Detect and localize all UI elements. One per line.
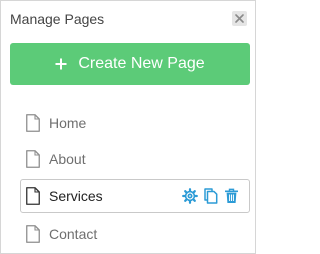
page-item-contact[interactable]: Contact: [20, 217, 250, 251]
row-actions: [182, 188, 239, 204]
page-item-label: Home: [49, 115, 87, 131]
create-new-page-label: Create New Page: [78, 55, 205, 72]
panel-title: Manage Pages: [10, 11, 105, 27]
document-icon: [26, 150, 40, 168]
page-item-label: About: [49, 151, 86, 167]
manage-pages-panel: Manage Pages Create New Page Home About …: [0, 0, 256, 254]
document-icon: [26, 225, 40, 243]
close-button[interactable]: [232, 11, 247, 26]
page-item-services[interactable]: Services: [20, 179, 250, 213]
create-new-page-button[interactable]: Create New Page: [10, 43, 250, 85]
page-item-home[interactable]: Home: [20, 106, 250, 140]
gear-icon[interactable]: [182, 188, 198, 204]
page-item-label: Contact: [49, 226, 98, 242]
page-item-about[interactable]: About: [20, 142, 250, 176]
close-icon: [235, 14, 244, 23]
document-icon: [26, 114, 40, 132]
document-icon: [26, 187, 40, 205]
page-item-label: Services: [49, 188, 103, 204]
plus-icon: [55, 58, 67, 70]
trash-icon[interactable]: [224, 188, 239, 204]
copy-icon[interactable]: [204, 188, 218, 204]
